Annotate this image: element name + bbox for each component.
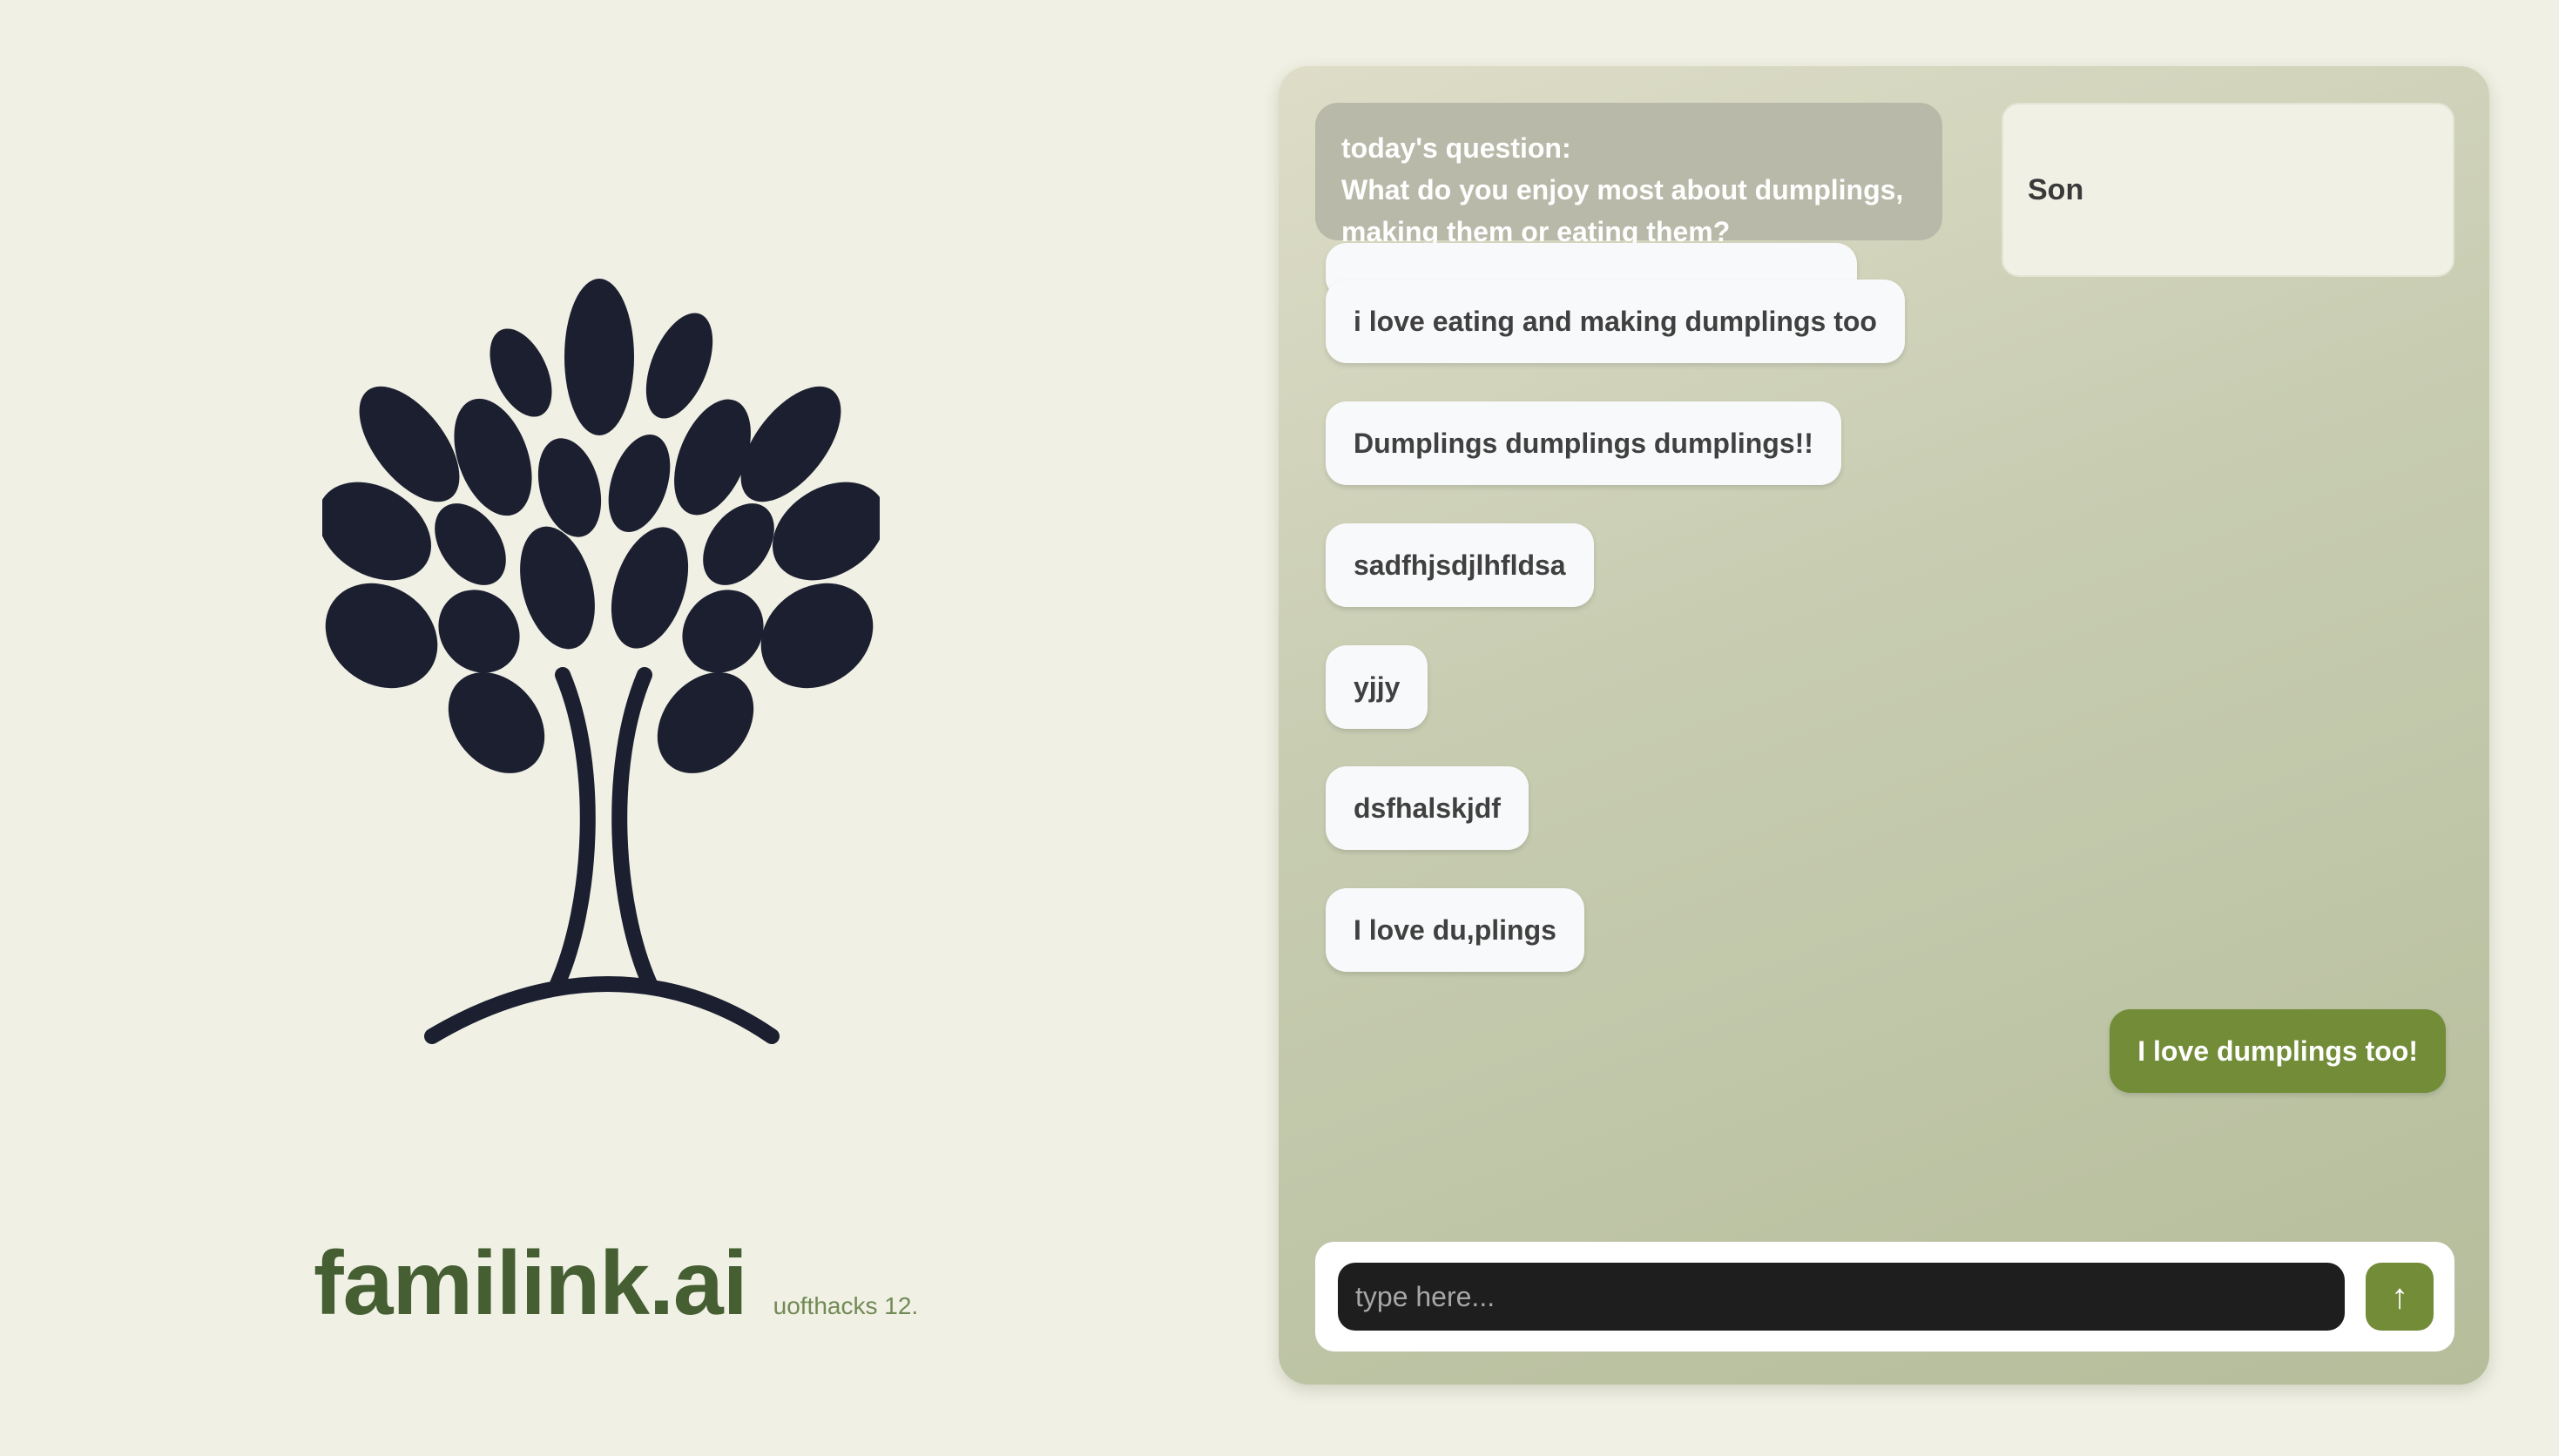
brand-lockup: familink.ai uofthacks 12. bbox=[314, 1232, 918, 1336]
brand-name: familink.ai bbox=[314, 1233, 748, 1334]
message-bubble: Dumplings dumplings dumplings!! bbox=[1326, 401, 1841, 485]
my-message-bubble: I love dumplings too! bbox=[2110, 1009, 2446, 1093]
send-button[interactable]: ↑ bbox=[2366, 1263, 2434, 1331]
brand-tagline: uofthacks 12. bbox=[773, 1292, 919, 1319]
user-name-box[interactable]: Son bbox=[2002, 103, 2454, 277]
branding-section: familink.ai uofthacks 12. bbox=[0, 0, 1254, 1456]
message-bubble: yjjy bbox=[1326, 645, 1428, 729]
chat-panel: today's question: What do you enjoy most… bbox=[1279, 66, 2489, 1385]
question-label: today's question: bbox=[1341, 132, 1571, 164]
message-bubble: i love eating and making dumplings too bbox=[1326, 280, 1905, 363]
question-text: What do you enjoy most about dumplings, … bbox=[1341, 174, 1904, 247]
message-input[interactable] bbox=[1338, 1263, 2345, 1331]
message-composer: ↑ bbox=[1315, 1242, 2454, 1352]
message-bubble: I love du,plings bbox=[1326, 888, 1584, 972]
tree-icon bbox=[322, 279, 880, 1044]
message-bubble: dsfhalskjdf bbox=[1326, 766, 1529, 850]
message-list[interactable]: i love eating and making dumplings too D… bbox=[1279, 243, 2489, 1237]
daily-question-card: today's question: What do you enjoy most… bbox=[1315, 103, 1942, 247]
arrow-up-icon: ↑ bbox=[2391, 1277, 2408, 1316]
message-bubble: sadfhjsdjlhfldsa bbox=[1326, 523, 1594, 607]
